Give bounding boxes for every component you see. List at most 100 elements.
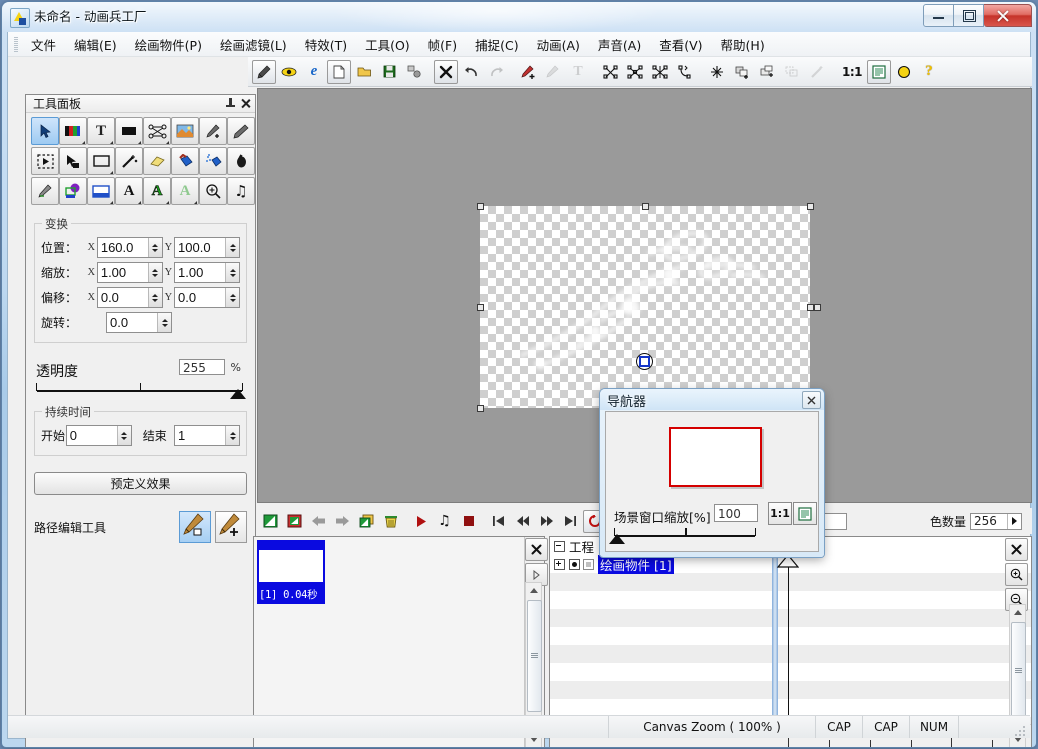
scale-x-input[interactable] xyxy=(98,263,148,282)
tool-select-arrow[interactable] xyxy=(31,117,59,145)
frames-scroll-up-button[interactable] xyxy=(526,583,541,598)
first-frame-button[interactable] xyxy=(487,510,510,533)
new-frame-button[interactable] xyxy=(259,510,282,533)
tool-fill-rect[interactable] xyxy=(115,117,143,145)
menu-file[interactable]: 文件 xyxy=(22,32,65,57)
navigator-close-button[interactable] xyxy=(802,391,821,409)
navigator-ratio-button[interactable]: 1:1 xyxy=(768,502,792,525)
ratio-label[interactable]: 1:1 xyxy=(837,65,867,79)
object-anchor-point[interactable] xyxy=(636,353,653,370)
pin-icon[interactable] xyxy=(224,97,237,110)
scale-x-spinner[interactable] xyxy=(97,262,163,283)
tool-zoom[interactable] xyxy=(199,177,227,205)
navigator-title-bar[interactable]: 导航器 xyxy=(600,389,824,410)
tool-brush-add[interactable] xyxy=(199,117,227,145)
table-row[interactable] xyxy=(550,681,1031,699)
navigator-list-button[interactable] xyxy=(793,502,817,525)
chevron-right-icon[interactable] xyxy=(1007,514,1021,529)
tool-path-node[interactable] xyxy=(143,117,171,145)
path-add-node-button[interactable] xyxy=(215,511,247,543)
frames-close-button[interactable] xyxy=(525,538,548,561)
pick-brush-button[interactable] xyxy=(541,60,565,84)
menu-paint-object[interactable]: 绘画物件(P) xyxy=(126,32,211,57)
move-frame-right-button[interactable] xyxy=(331,510,354,533)
artboard-transparent[interactable] xyxy=(480,206,810,408)
menu-frame[interactable]: 帧(F) xyxy=(419,32,466,57)
table-row[interactable] xyxy=(550,663,1031,681)
visibility-toggle-icon[interactable] xyxy=(569,559,580,570)
tool-paint-bucket[interactable] xyxy=(171,147,199,175)
duration-end-spinner[interactable] xyxy=(174,425,240,446)
tool-image[interactable] xyxy=(171,117,199,145)
selection-handle[interactable] xyxy=(477,203,484,210)
tool-eyedropper[interactable] xyxy=(31,177,59,205)
new-file-button[interactable] xyxy=(327,60,351,84)
offset-x-arrows[interactable] xyxy=(148,288,162,307)
selection-handle[interactable] xyxy=(807,304,814,311)
stop-button[interactable] xyxy=(457,510,480,533)
maximize-button[interactable] xyxy=(954,4,984,27)
position-x-arrows[interactable] xyxy=(148,238,162,257)
node-add-button[interactable] xyxy=(623,60,647,84)
navigator-zoom-slider-track[interactable] xyxy=(614,528,756,536)
timeline-scroll-up-button[interactable] xyxy=(1010,605,1025,620)
text-tool-button[interactable]: T xyxy=(566,60,590,84)
duration-end-input[interactable] xyxy=(175,426,225,445)
selection-handle[interactable] xyxy=(807,203,814,210)
tree-collapse-icon[interactable] xyxy=(554,541,565,552)
pen-tool-button[interactable] xyxy=(252,60,276,84)
align-center-button[interactable] xyxy=(705,60,729,84)
help-button[interactable]: ? xyxy=(917,60,941,84)
tool-text-outline[interactable]: A xyxy=(143,177,171,205)
duplicate-frame-button[interactable] xyxy=(283,510,306,533)
path-edit-node-button[interactable] xyxy=(179,511,211,543)
next-frame-button[interactable] xyxy=(535,510,558,533)
tool-pointer-black[interactable] xyxy=(59,147,87,175)
menu-animation[interactable]: 动画(A) xyxy=(528,32,589,57)
close-icon[interactable] xyxy=(239,97,252,110)
minimize-button[interactable] xyxy=(923,4,954,27)
scale-y-input[interactable] xyxy=(175,263,225,282)
resize-grip[interactable] xyxy=(1015,724,1027,736)
navigator-zoom-input[interactable]: 100 xyxy=(714,504,758,522)
table-row[interactable] xyxy=(550,627,1031,645)
duration-start-input[interactable] xyxy=(67,426,117,445)
tool-sound-note[interactable]: ♫ xyxy=(227,177,255,205)
redo-button[interactable] xyxy=(484,60,508,84)
delete-button[interactable] xyxy=(434,60,458,84)
title-bar[interactable]: 未命名 - 动画兵工厂 xyxy=(2,2,1036,32)
color-dot-button[interactable] xyxy=(892,60,916,84)
offset-x-spinner[interactable] xyxy=(97,287,163,308)
selection-handle[interactable] xyxy=(642,203,649,210)
copy-object-button[interactable] xyxy=(755,60,779,84)
move-frame-left-button[interactable] xyxy=(307,510,330,533)
opacity-slider-thumb[interactable] xyxy=(230,389,246,399)
sound-button[interactable]: ♫ xyxy=(433,510,456,533)
tool-color-swatch[interactable] xyxy=(59,117,87,145)
duplicate-button[interactable] xyxy=(730,60,754,84)
position-x-input[interactable] xyxy=(98,238,148,257)
duration-start-spinner[interactable] xyxy=(66,425,132,446)
navigator-preview[interactable] xyxy=(669,427,762,487)
scale-x-arrows[interactable] xyxy=(148,263,162,282)
node-group-button[interactable] xyxy=(648,60,672,84)
position-y-input[interactable] xyxy=(175,238,225,257)
menu-help[interactable]: 帮助(H) xyxy=(712,32,774,57)
tool-text-effect[interactable]: A xyxy=(171,177,199,205)
tool-rectangle[interactable] xyxy=(87,147,115,175)
explorer-button[interactable]: e xyxy=(302,60,326,84)
rotation-input[interactable] xyxy=(107,313,157,332)
selection-handle[interactable] xyxy=(477,304,484,311)
copy-frame-button[interactable] xyxy=(355,510,378,533)
node-split-button[interactable] xyxy=(673,60,697,84)
position-y-spinner[interactable] xyxy=(174,237,240,258)
color-count-combo[interactable]: 256 xyxy=(970,513,1022,530)
magic-wand-button[interactable] xyxy=(805,60,829,84)
eye-preview-button[interactable] xyxy=(277,60,301,84)
paste-object-button[interactable] xyxy=(780,60,804,84)
rotation-spinner[interactable] xyxy=(106,312,172,333)
tool-layers[interactable] xyxy=(59,177,87,205)
add-brush-button[interactable] xyxy=(516,60,540,84)
tool-magic-wand[interactable] xyxy=(115,147,143,175)
preset-effects-button[interactable]: 预定义效果 xyxy=(34,472,247,495)
